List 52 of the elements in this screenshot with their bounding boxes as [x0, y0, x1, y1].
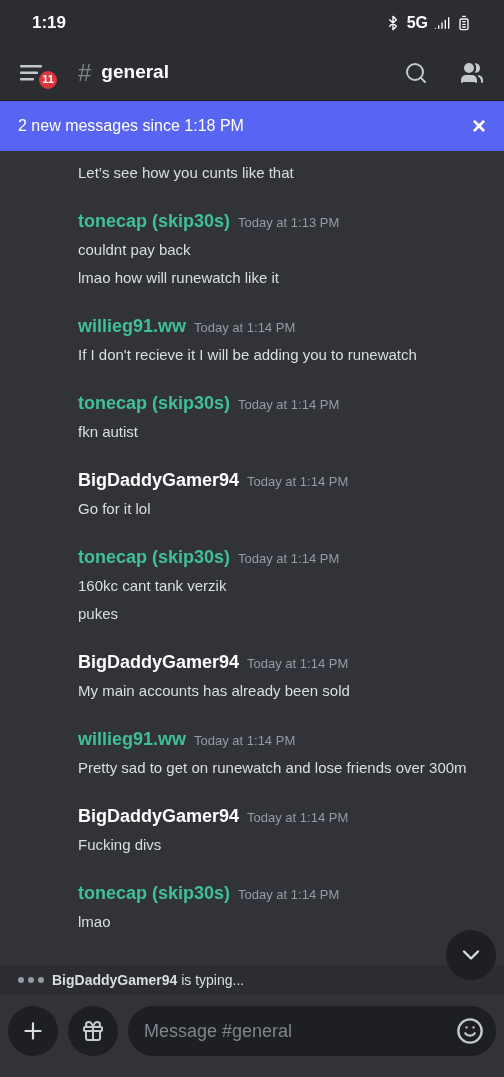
- timestamp: Today at 1:14 PM: [247, 655, 349, 673]
- channel-title: general: [101, 60, 169, 85]
- gift-icon: [81, 1019, 105, 1043]
- unread-badge: 11: [37, 68, 59, 91]
- banner-text: 2 new messages since 1:18 PM: [18, 116, 244, 136]
- message-text: lmao: [78, 912, 112, 932]
- scroll-down-button[interactable]: [446, 930, 496, 980]
- signal-icon: [434, 14, 450, 31]
- gift-button[interactable]: [68, 1006, 118, 1056]
- author-name[interactable]: BigDaddyGamer94: [78, 803, 240, 830]
- members-button[interactable]: [460, 60, 484, 85]
- timestamp: Today at 1:14 PM: [194, 732, 296, 750]
- menu-icon: [20, 63, 44, 82]
- message-text: Go for it lol: [78, 499, 152, 519]
- message-text: Let’s see how you cunts like that: [78, 163, 295, 183]
- add-button[interactable]: [8, 1006, 58, 1056]
- message-text: If I don't recieve it I will be adding you to runewatch: [78, 345, 418, 365]
- author-name[interactable]: tonecap (skip30s): [78, 390, 231, 417]
- timestamp: Today at 1:14 PM: [247, 809, 349, 827]
- author-name[interactable]: willieg91.ww: [78, 313, 187, 340]
- author-name[interactable]: BigDaddyGamer94: [78, 467, 240, 494]
- timestamp: Today at 1:14 PM: [194, 319, 296, 337]
- hash-icon: #: [78, 54, 92, 91]
- message-text: Pretty sad to get on runewatch and lose friends over 300m: [78, 758, 468, 778]
- menu-button[interactable]: 11: [20, 56, 60, 89]
- message-text: My main accounts has already been sold: [78, 681, 351, 701]
- message-text: couldnt pay back: [78, 240, 192, 260]
- timestamp: Today at 1:14 PM: [247, 473, 349, 491]
- status-time: 1:19: [32, 11, 67, 34]
- author-name[interactable]: tonecap (skip30s): [78, 880, 231, 907]
- message-field[interactable]: Message #general: [128, 1006, 496, 1056]
- author-name[interactable]: BigDaddyGamer94: [78, 649, 240, 676]
- message-text: Fucking divs: [78, 835, 163, 855]
- timestamp: Today at 1:14 PM: [238, 550, 340, 568]
- message-text: lmao how will runewatch like it: [78, 268, 280, 288]
- message-text: 160kc cant tank verzik: [78, 576, 228, 596]
- emoji-icon[interactable]: [456, 1017, 484, 1045]
- battery-icon: [456, 14, 472, 31]
- typing-status: BigDaddyGamer94 is typing...: [52, 970, 245, 990]
- author-name[interactable]: willieg91.ww: [78, 726, 187, 753]
- typing-indicator-icon: [18, 977, 44, 983]
- new-messages-banner[interactable]: 2 new messages since 1:18 PM ×: [0, 101, 504, 151]
- timestamp: Today at 1:14 PM: [238, 396, 340, 414]
- author-name[interactable]: tonecap (skip30s): [78, 544, 231, 571]
- close-button[interactable]: ×: [472, 114, 486, 138]
- timestamp: Today at 1:14 PM: [238, 886, 340, 904]
- message-text: fkn autist: [78, 422, 140, 442]
- network-type: 5G: [406, 12, 428, 33]
- search-button[interactable]: [404, 60, 428, 85]
- message-text: pukes: [78, 604, 120, 624]
- timestamp: Today at 1:13 PM: [238, 214, 340, 232]
- author-name[interactable]: tonecap (skip30s): [78, 208, 231, 235]
